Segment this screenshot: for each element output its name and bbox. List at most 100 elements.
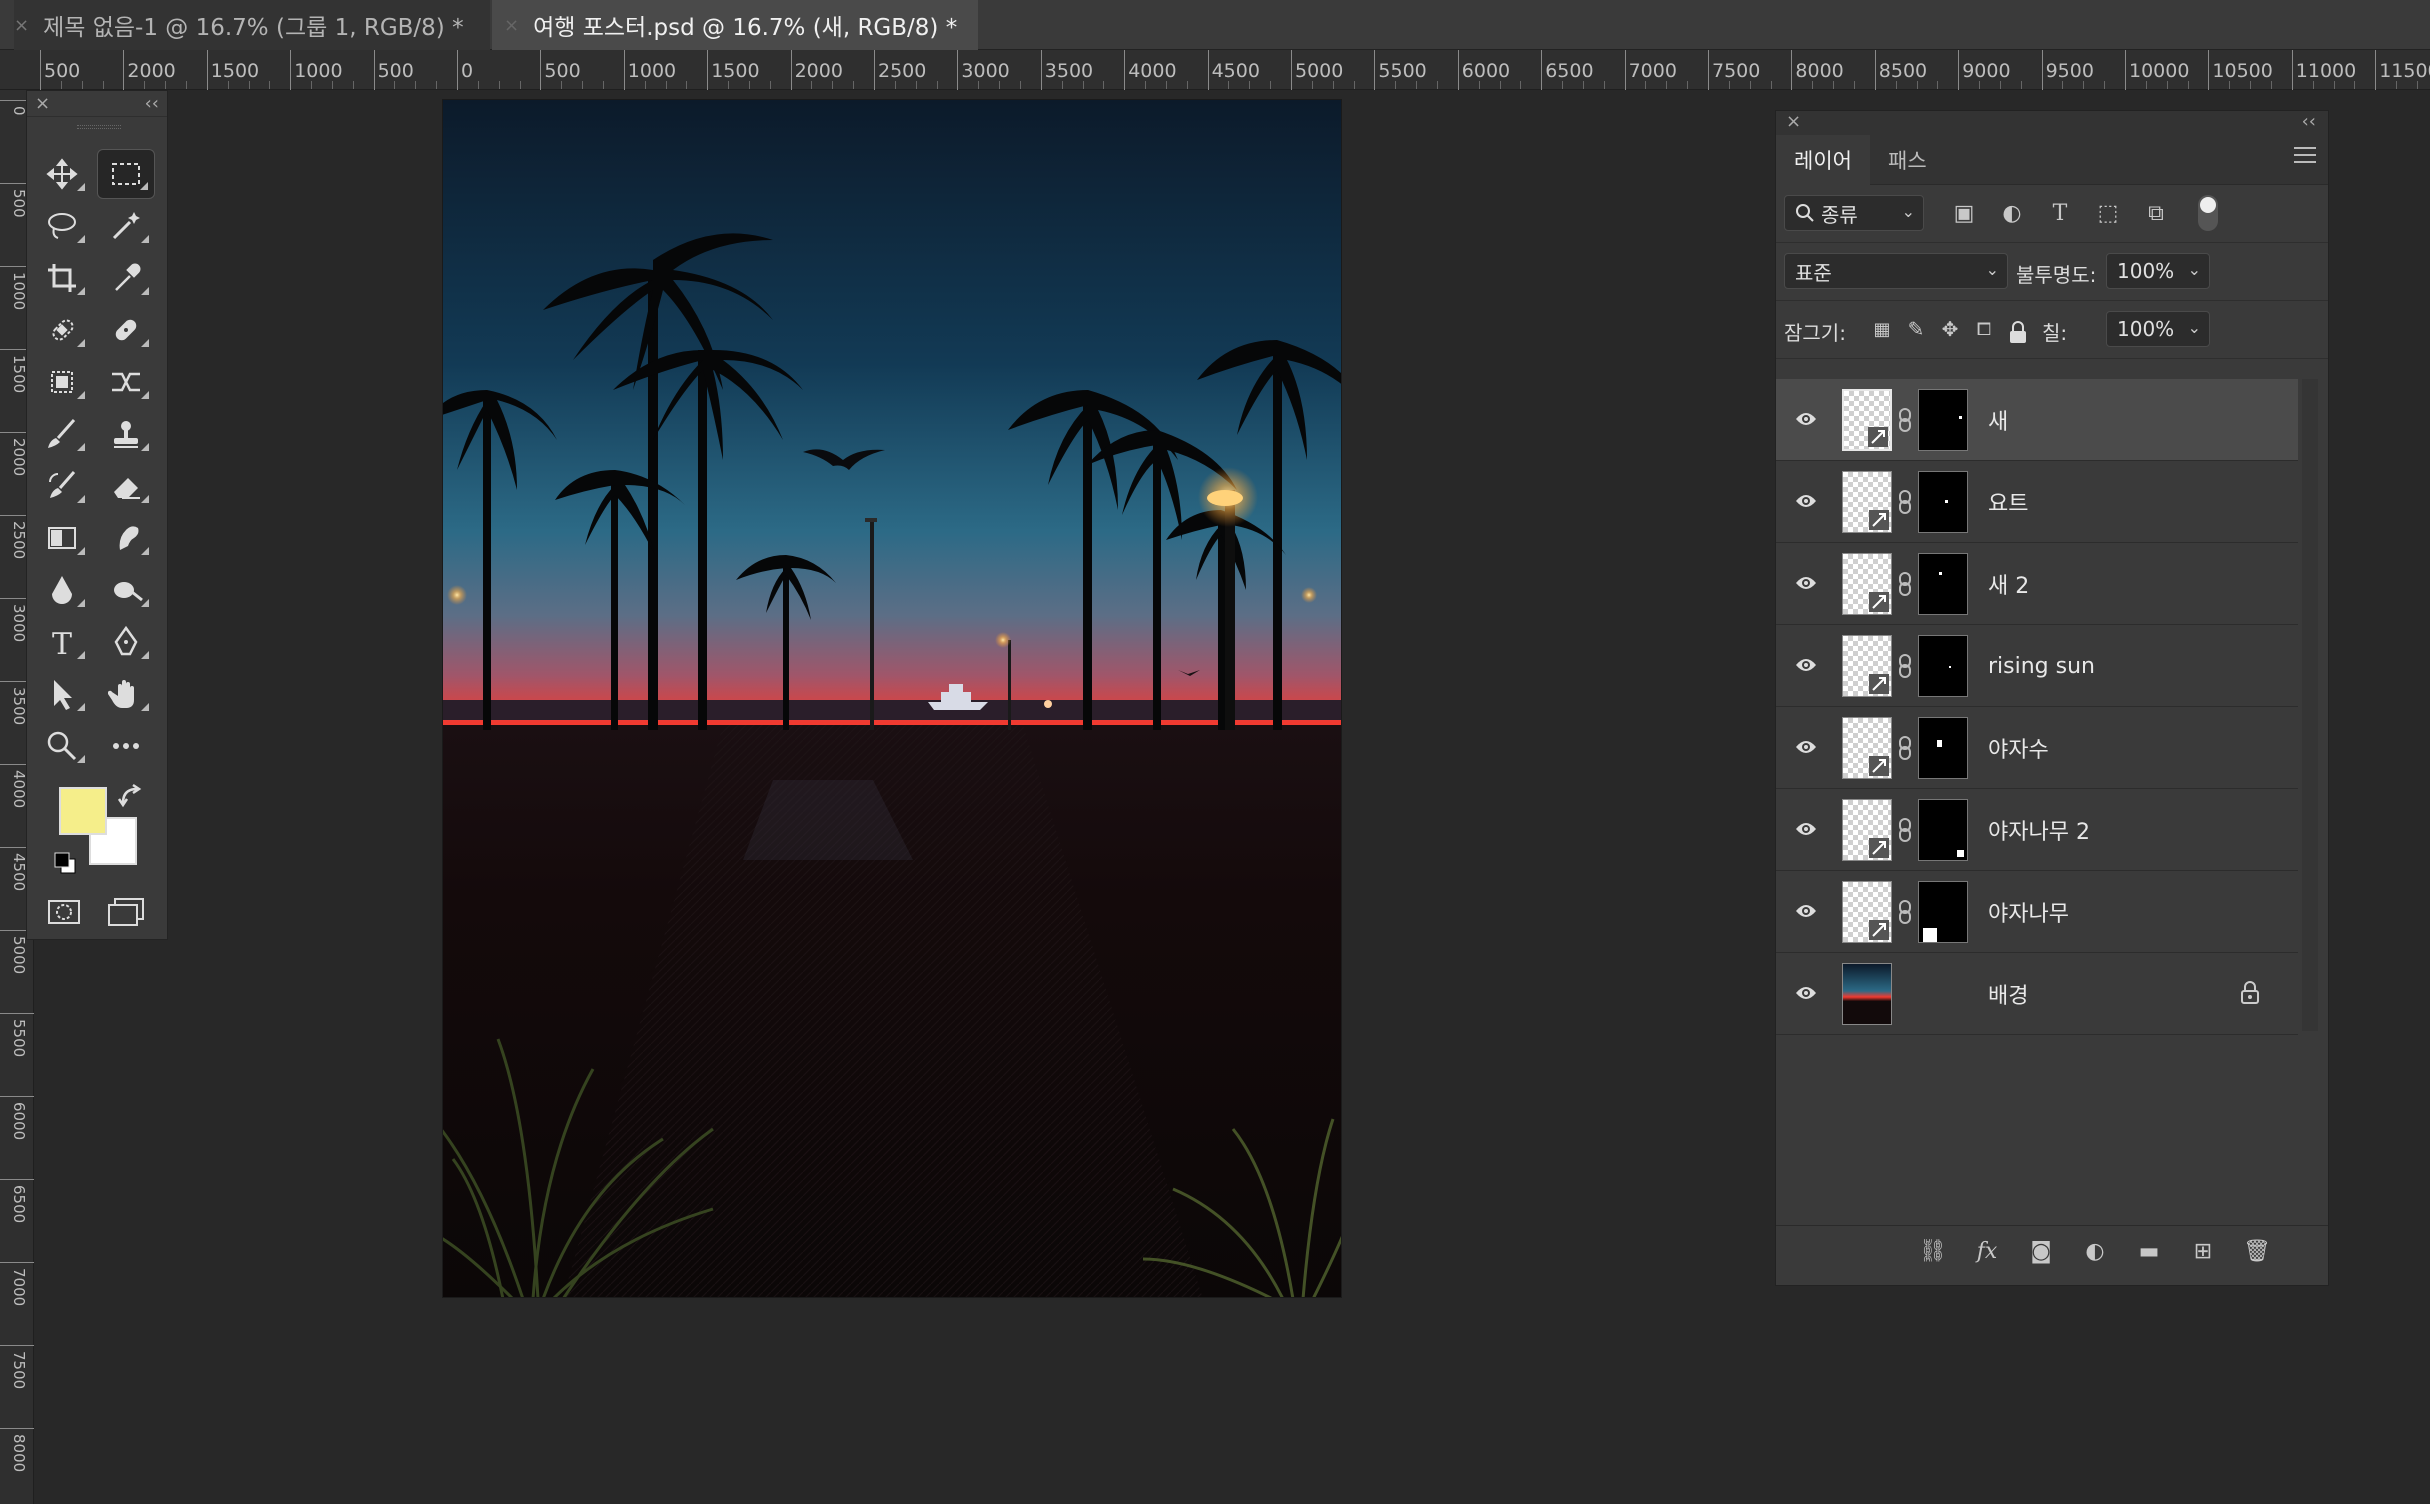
screen-mode-icon[interactable] [105, 895, 149, 929]
mask-link-icon[interactable] [1898, 653, 1912, 679]
layer-row[interactable]: 야자나무 [1776, 871, 2298, 953]
layer-row[interactable]: 야자나무 2 [1776, 789, 2298, 871]
visibility-eye-icon[interactable] [1794, 899, 1818, 923]
clone-stamp-tool[interactable] [97, 409, 155, 459]
lock-icon[interactable] [2240, 981, 2260, 1005]
opacity-field[interactable]: 100% ⌄ [2106, 253, 2210, 289]
foreground-color-swatch[interactable] [59, 787, 107, 835]
rectangular-marquee-tool[interactable] [97, 149, 155, 199]
dodge-tool[interactable] [97, 565, 155, 615]
tab-close-icon[interactable]: × [14, 15, 29, 36]
link-layers-icon[interactable]: ⛓ [1918, 1236, 1948, 1266]
lock-pixels-icon[interactable]: ✎ [1898, 311, 1934, 347]
collapse-icon[interactable]: ‹‹ [145, 93, 159, 114]
eraser-tool[interactable] [97, 461, 155, 511]
layer-row[interactable]: 새 [1776, 379, 2298, 461]
gradient-tool[interactable] [33, 513, 91, 563]
mask-link-icon[interactable] [1898, 407, 1912, 433]
magic-wand-tool[interactable] [97, 201, 155, 251]
quick-mask-icon[interactable] [43, 895, 87, 929]
blur-tool[interactable] [33, 565, 91, 615]
adjustment-layer-icon[interactable]: ◐ [2080, 1236, 2110, 1266]
tab-layers[interactable]: 레이어 [1776, 135, 1870, 185]
visibility-eye-icon[interactable] [1794, 735, 1818, 759]
smart-object-filter-icon[interactable]: ⧉ [2138, 195, 2174, 231]
zoom-tool[interactable] [33, 721, 91, 771]
move-tool[interactable] [33, 149, 91, 199]
pen-tool[interactable] [97, 617, 155, 667]
visibility-eye-icon[interactable] [1794, 653, 1818, 677]
add-mask-icon[interactable]: ◙ [2026, 1236, 2056, 1266]
healing-brush-tool[interactable] [97, 305, 155, 355]
red-eye-tool[interactable] [97, 357, 155, 407]
visibility-eye-icon[interactable] [1794, 981, 1818, 1005]
layer-thumbnail[interactable] [1842, 963, 1892, 1025]
visibility-eye-icon[interactable] [1794, 571, 1818, 595]
layer-mask-thumbnail[interactable] [1918, 635, 1968, 697]
drag-grip[interactable] [77, 125, 121, 129]
brush-tool[interactable] [33, 409, 91, 459]
spot-healing-tool[interactable] [33, 305, 91, 355]
close-icon[interactable]: × [35, 93, 50, 114]
document-tab-untitled[interactable]: × 제목 없음-1 @ 16.7% (그룹 1, RGB/8) * [14, 0, 490, 50]
blend-mode-select[interactable]: 표준 ⌄ [1784, 253, 2008, 289]
mask-link-icon[interactable] [1898, 489, 1912, 515]
lasso-tool[interactable] [33, 201, 91, 251]
eyedropper-tool[interactable] [97, 253, 155, 303]
tab-close-icon[interactable]: × [504, 15, 519, 36]
filter-toggle[interactable] [2198, 195, 2218, 231]
layer-thumbnail[interactable] [1842, 471, 1892, 533]
collapse-icon[interactable]: ‹‹ [2302, 111, 2316, 132]
adjustment-filter-icon[interactable]: ◐ [1994, 195, 2030, 231]
delete-layer-icon[interactable]: 🗑 [2242, 1236, 2272, 1266]
lock-artboard-icon[interactable]: ⧠ [1966, 311, 2002, 347]
layer-thumbnail[interactable] [1842, 635, 1892, 697]
lock-transparent-icon[interactable]: ▦ [1864, 311, 1900, 347]
mask-link-icon[interactable] [1898, 899, 1912, 925]
layer-thumbnail[interactable] [1842, 553, 1892, 615]
close-icon[interactable]: × [1786, 111, 1801, 132]
swap-colors-icon[interactable] [117, 783, 145, 811]
image-filter-icon[interactable]: ▣ [1946, 195, 1982, 231]
layer-row[interactable]: 야자수 [1776, 707, 2298, 789]
layer-thumbnail[interactable] [1842, 717, 1892, 779]
content-aware-move-tool[interactable] [33, 357, 91, 407]
layer-row[interactable]: rising sun [1776, 625, 2298, 707]
layer-mask-thumbnail[interactable] [1918, 471, 1968, 533]
default-colors-icon[interactable] [53, 851, 79, 877]
layer-row[interactable]: 배경 [1776, 953, 2298, 1035]
document-canvas[interactable] [442, 99, 1342, 1298]
tab-paths[interactable]: 패스 [1870, 135, 1945, 185]
layer-style-icon[interactable]: fx [1972, 1236, 2002, 1266]
layer-row[interactable]: 요트 [1776, 461, 2298, 543]
lock-all-icon[interactable] [2008, 321, 2028, 345]
layer-mask-thumbnail[interactable] [1918, 799, 1968, 861]
new-layer-icon[interactable]: ⊞ [2188, 1236, 2218, 1266]
mask-link-icon[interactable] [1898, 735, 1912, 761]
layer-row[interactable]: 새 2 [1776, 543, 2298, 625]
layers-scrollbar[interactable] [2302, 379, 2318, 1031]
layer-mask-thumbnail[interactable] [1918, 553, 1968, 615]
layer-thumbnail[interactable] [1842, 389, 1892, 451]
visibility-eye-icon[interactable] [1794, 817, 1818, 841]
lock-position-icon[interactable]: ✥ [1932, 311, 1968, 347]
hand-tool[interactable] [97, 669, 155, 719]
layer-thumbnail[interactable] [1842, 799, 1892, 861]
visibility-eye-icon[interactable] [1794, 489, 1818, 513]
smudge-tool[interactable] [97, 513, 155, 563]
layer-mask-thumbnail[interactable] [1918, 717, 1968, 779]
layer-thumbnail[interactable] [1842, 881, 1892, 943]
crop-tool[interactable] [33, 253, 91, 303]
type-filter-icon[interactable]: T [2042, 195, 2078, 231]
path-selection-tool[interactable] [33, 669, 91, 719]
visibility-eye-icon[interactable] [1794, 407, 1818, 431]
layer-mask-thumbnail[interactable] [1918, 389, 1968, 451]
history-brush-tool[interactable] [33, 461, 91, 511]
new-group-icon[interactable]: ▬ [2134, 1236, 2164, 1266]
mask-link-icon[interactable] [1898, 571, 1912, 597]
chevron-down-icon[interactable]: ⌄ [2188, 318, 2201, 337]
type-tool[interactable]: T [33, 617, 91, 667]
chevron-down-icon[interactable]: ⌄ [2188, 260, 2201, 279]
filter-kind-select[interactable]: 종류 ⌄ [1784, 195, 1924, 231]
document-tab-travel-poster[interactable]: × 여행 포스터.psd @ 16.7% (새, RGB/8) * [492, 0, 978, 50]
